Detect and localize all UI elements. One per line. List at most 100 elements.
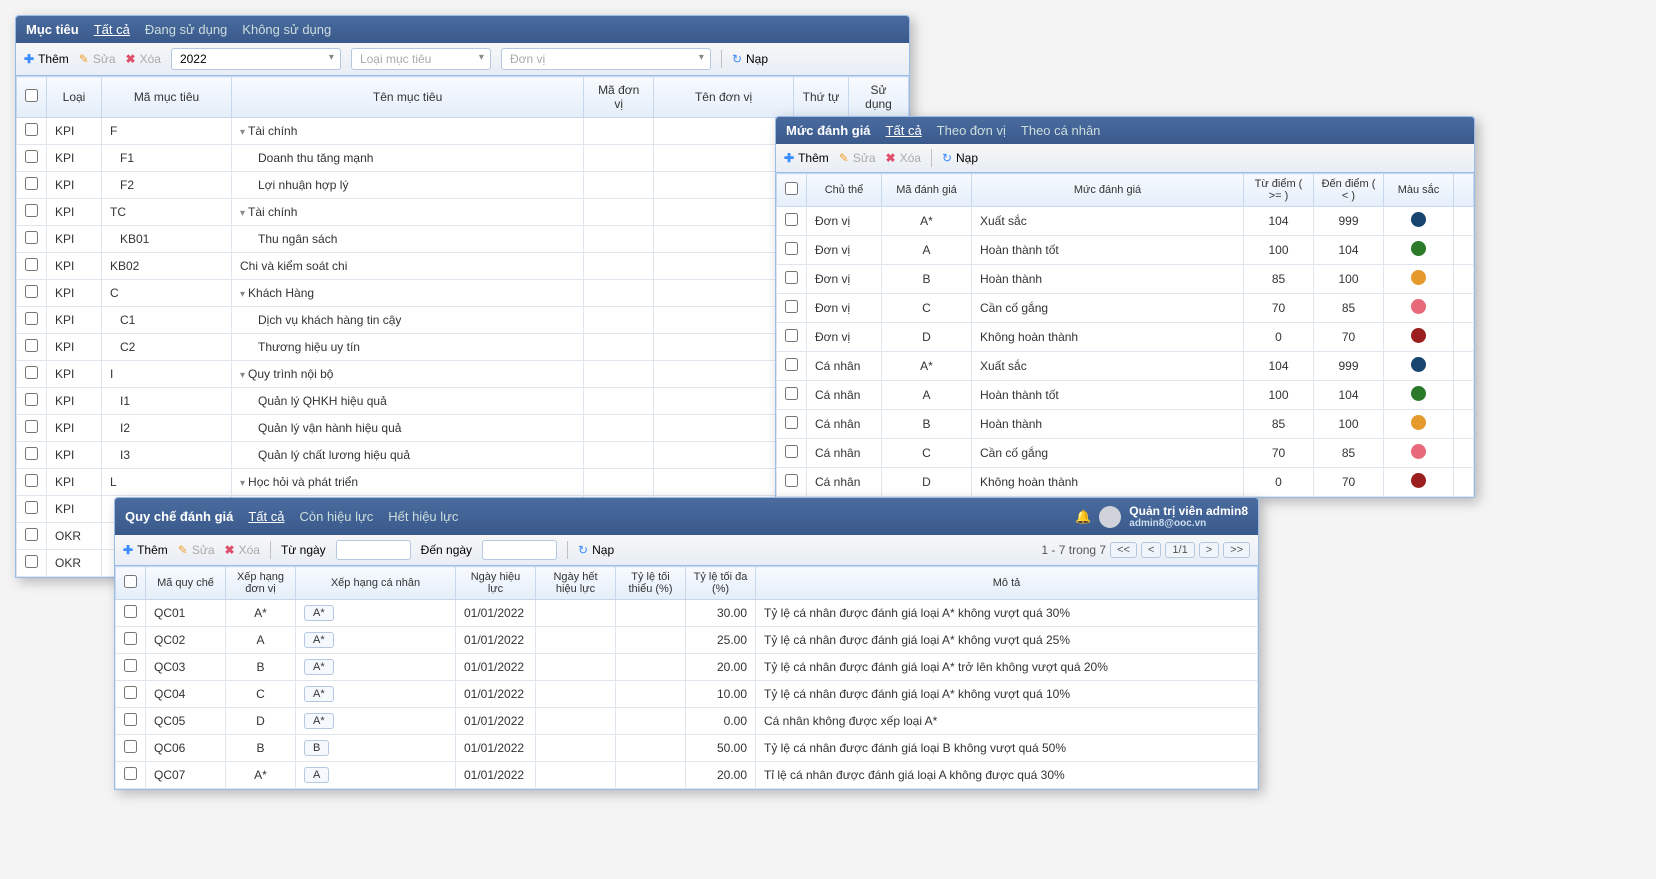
col-header[interactable]: Mã đơn vị	[584, 77, 654, 118]
tab-expired[interactable]: Hết hiệu lực	[388, 509, 458, 524]
row-checkbox[interactable]	[124, 713, 137, 726]
row-checkbox[interactable]	[25, 258, 38, 271]
table-row[interactable]: QC05 D A* 01/01/2022 0.00 Cá nhân không …	[116, 708, 1258, 735]
col-header[interactable]: Tỷ lệ tối thiểu (%)	[616, 567, 686, 600]
edit-button[interactable]: ✎Sửa	[178, 543, 215, 557]
reload-button[interactable]: ↻Nạp	[732, 52, 768, 66]
col-header[interactable]	[116, 567, 146, 600]
row-checkbox[interactable]	[785, 474, 798, 487]
row-checkbox[interactable]	[25, 312, 38, 325]
select-all-checkbox[interactable]	[785, 182, 798, 195]
year-select[interactable]: 2022	[171, 48, 341, 70]
to-date-input[interactable]	[482, 540, 557, 560]
row-checkbox[interactable]	[25, 555, 38, 568]
tab-all[interactable]: Tất cả	[248, 509, 284, 524]
add-button[interactable]: ✚Thêm	[24, 52, 69, 66]
col-header[interactable]	[777, 174, 807, 207]
rank-tag[interactable]: A*	[304, 605, 334, 621]
table-row[interactable]: Cá nhân C Cần cố gắng 70 85	[777, 439, 1474, 468]
reload-button[interactable]: ↻Nạp	[578, 543, 614, 557]
row-checkbox[interactable]	[124, 767, 137, 780]
row-checkbox[interactable]	[785, 358, 798, 371]
delete-button[interactable]: ✖Xóa	[886, 151, 921, 165]
table-row[interactable]: QC01 A* A* 01/01/2022 30.00 Tỷ lệ cá nhâ…	[116, 600, 1258, 627]
table-row[interactable]: Đơn vị A* Xuất sắc 104 999	[777, 207, 1474, 236]
table-row[interactable]: QC02 A A* 01/01/2022 25.00 Tỷ lệ cá nhân…	[116, 627, 1258, 654]
rank-tag[interactable]: A*	[304, 713, 334, 729]
rank-tag[interactable]: B	[304, 740, 329, 756]
col-header[interactable]: Từ điểm ( >= )	[1244, 174, 1314, 207]
rank-tag[interactable]: A*	[304, 659, 334, 675]
pager-next[interactable]: >	[1199, 542, 1219, 558]
row-checkbox[interactable]	[785, 242, 798, 255]
row-checkbox[interactable]	[124, 740, 137, 753]
delete-button[interactable]: ✖Xóa	[126, 52, 161, 66]
table-row[interactable]: Cá nhân A* Xuất sắc 104 999	[777, 352, 1474, 381]
table-row[interactable]: QC07 A* A 01/01/2022 20.00 Tỉ lệ cá nhân…	[116, 762, 1258, 789]
rank-tag[interactable]: A*	[304, 686, 334, 702]
edit-button[interactable]: ✎Sửa	[839, 151, 876, 165]
col-header[interactable]: Tên mục tiêu	[232, 77, 584, 118]
row-checkbox[interactable]	[25, 231, 38, 244]
caret-icon[interactable]: ▾	[240, 208, 245, 219]
pager-prev[interactable]: <	[1141, 542, 1161, 558]
caret-icon[interactable]: ▾	[240, 370, 245, 381]
col-header[interactable]: Xếp hạng đơn vị	[226, 567, 296, 600]
table-row[interactable]: Đơn vị D Không hoàn thành 0 70	[777, 323, 1474, 352]
tab-all[interactable]: Tất cả	[886, 123, 922, 138]
row-checkbox[interactable]	[124, 686, 137, 699]
select-all-checkbox[interactable]	[124, 575, 137, 588]
tab-person[interactable]: Theo cá nhân	[1021, 123, 1101, 138]
rank-tag[interactable]: A*	[304, 632, 334, 648]
user-block[interactable]: 🔔 Quản trị viên admin8 admin8@ooc.vn	[1075, 504, 1248, 529]
col-header[interactable]: Loại	[47, 77, 102, 118]
col-header[interactable]: Mã quy chế	[146, 567, 226, 600]
col-header[interactable]: Đến điểm ( < )	[1314, 174, 1384, 207]
tab-unit[interactable]: Theo đơn vị	[937, 123, 1006, 138]
tab-all[interactable]: Tất cả	[94, 22, 130, 37]
add-button[interactable]: ✚Thêm	[784, 151, 829, 165]
col-header[interactable]: Mô tả	[756, 567, 1258, 600]
select-all-checkbox[interactable]	[25, 89, 38, 102]
row-checkbox[interactable]	[785, 213, 798, 226]
row-checkbox[interactable]	[25, 204, 38, 217]
pager-last[interactable]: >>	[1223, 542, 1250, 558]
col-header[interactable]	[1454, 174, 1474, 207]
row-checkbox[interactable]	[25, 447, 38, 460]
row-checkbox[interactable]	[25, 177, 38, 190]
col-header[interactable]: Ngày hiệu lực	[456, 567, 536, 600]
delete-button[interactable]: ✖Xóa	[225, 543, 260, 557]
row-checkbox[interactable]	[25, 123, 38, 136]
bell-icon[interactable]: 🔔	[1075, 509, 1091, 525]
table-row[interactable]: QC03 B A* 01/01/2022 20.00 Tỷ lệ cá nhân…	[116, 654, 1258, 681]
table-row[interactable]: Đơn vị B Hoàn thành 85 100	[777, 265, 1474, 294]
row-checkbox[interactable]	[25, 420, 38, 433]
from-date-input[interactable]	[336, 540, 411, 560]
table-row[interactable]: Cá nhân A Hoàn thành tốt 100 104	[777, 381, 1474, 410]
tab-inactive[interactable]: Không sử dụng	[242, 22, 331, 37]
caret-icon[interactable]: ▾	[240, 478, 245, 489]
table-row[interactable]: QC06 B B 01/01/2022 50.00 Tỷ lệ cá nhân …	[116, 735, 1258, 762]
edit-button[interactable]: ✎Sửa	[79, 52, 116, 66]
reload-button[interactable]: ↻Nạp	[942, 151, 978, 165]
row-checkbox[interactable]	[785, 300, 798, 313]
col-header[interactable]: Ngày hết hiệu lực	[536, 567, 616, 600]
table-row[interactable]: Cá nhân B Hoàn thành 85 100	[777, 410, 1474, 439]
pager-first[interactable]: <<	[1110, 542, 1137, 558]
row-checkbox[interactable]	[25, 501, 38, 514]
row-checkbox[interactable]	[124, 659, 137, 672]
col-header[interactable]	[17, 77, 47, 118]
col-header[interactable]: Xếp hạng cá nhân	[296, 567, 456, 600]
col-header[interactable]: Tỷ lệ tối đa (%)	[686, 567, 756, 600]
rank-tag[interactable]: A	[304, 767, 329, 783]
type-select[interactable]: Loại mục tiêu	[351, 48, 491, 70]
avatar[interactable]	[1099, 506, 1121, 528]
col-header[interactable]: Thứ tự	[794, 77, 849, 118]
col-header[interactable]: Tên đơn vị	[654, 77, 794, 118]
row-checkbox[interactable]	[25, 339, 38, 352]
table-row[interactable]: Đơn vị C Cần cố gắng 70 85	[777, 294, 1474, 323]
row-checkbox[interactable]	[25, 528, 38, 541]
row-checkbox[interactable]	[785, 416, 798, 429]
col-header[interactable]: Mức đánh giá	[972, 174, 1244, 207]
row-checkbox[interactable]	[25, 150, 38, 163]
